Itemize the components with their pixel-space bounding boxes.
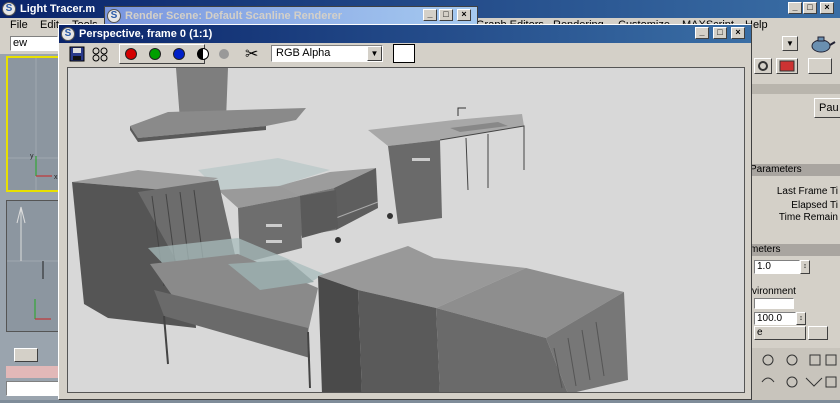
alpha-channel-icon[interactable] [197,48,209,60]
menu-edit[interactable]: Edit [40,19,59,31]
render-scene-title: Render Scene: Default Scanline Renderer [125,10,343,22]
parameters-header[interactable]: Parameters [748,164,840,176]
minimize-button[interactable]: _ [788,2,802,14]
side-button[interactable] [808,326,828,340]
channel-select-arrow[interactable]: ▼ [367,46,382,61]
green-channel-icon[interactable] [149,48,161,60]
fridge-left-side [318,276,362,392]
monochrome-icon[interactable] [219,49,229,59]
panel-divider [748,84,840,94]
maxscript-listener-field[interactable] [6,381,64,396]
close-button[interactable]: × [820,2,834,14]
main-window-title: Light Tracer.m [20,3,96,15]
svg-text:y: y [30,153,34,160]
red-channel-icon[interactable] [125,48,137,60]
spinner-2-arrows[interactable]: ↕ [796,312,806,325]
render-scene-close-button[interactable]: × [457,9,471,21]
settings-icon[interactable] [754,58,772,74]
elapsed-time-label: Elapsed Ti [791,200,838,211]
save-image-icon[interactable] [69,46,85,62]
small-button[interactable]: e [754,326,806,340]
last-frame-time-label: Last Frame Ti [776,186,838,197]
bottom-viewport[interactable] [6,200,64,332]
spinner-1-arrows[interactable]: ↕ [800,260,810,274]
maximize-button[interactable]: □ [803,2,817,14]
render-scene-logo-icon: S [107,9,121,23]
spinner-2-field[interactable]: 100.0 [754,312,796,325]
left-viewports: y x [0,54,66,400]
render-canvas[interactable] [67,67,745,393]
frame-window-logo-icon: S [61,27,75,41]
frame-close-button[interactable]: × [731,27,745,39]
render-scene-minimize-button[interactable]: _ [423,9,437,21]
quick-render-icon[interactable] [808,58,832,74]
blue-channel-icon[interactable] [173,48,185,60]
pause-button[interactable]: Pau [814,98,840,118]
rendered-frame-window: S Perspective, frame 0 (1:1) _ □ × ✂ RGB… [58,24,752,400]
color-swatch[interactable] [393,44,415,63]
command-panel: Pau Parameters Last Frame Ti Elapsed Ti … [748,54,840,400]
environment-label: vironment [752,286,796,297]
menu-file[interactable]: File [10,19,28,31]
frame-maximize-button[interactable]: □ [713,27,727,39]
view-selector[interactable]: ew [10,36,58,51]
frame-minimize-button[interactable]: _ [695,27,709,39]
frame-window-title: Perspective, frame 0 (1:1) [79,28,213,40]
render-frame-icon[interactable] [776,58,798,74]
render-scene-maximize-button[interactable]: □ [439,9,453,21]
sink-cabinet [388,140,442,224]
spinner-1-field[interactable]: 1.0 [754,260,800,274]
meters-header[interactable]: meters [748,244,840,256]
clone-window-icon[interactable] [91,46,109,62]
top-viewport[interactable]: y x [6,56,64,192]
environment-field[interactable] [754,298,794,309]
time-config-icon[interactable] [14,348,38,362]
toolbar-dropdown-arrow[interactable]: ▼ [782,36,798,51]
teapot-render-icon[interactable] [806,34,836,54]
time-remaining-label: Time Remain [778,212,838,223]
frame-toolbar: ✂ RGB Alpha ▼ [59,43,751,65]
status-bar-pink [6,366,64,378]
max-logo-icon: S [2,2,16,16]
viewport-nav-controls [748,348,840,400]
frame-window-title-bar[interactable]: S Perspective, frame 0 (1:1) [59,25,751,43]
clear-icon[interactable]: ✂ [245,44,258,64]
render-scene-title-bar[interactable]: S Render Scene: Default Scanline Rendere… [105,7,477,25]
kitchen-render-image [72,68,628,392]
